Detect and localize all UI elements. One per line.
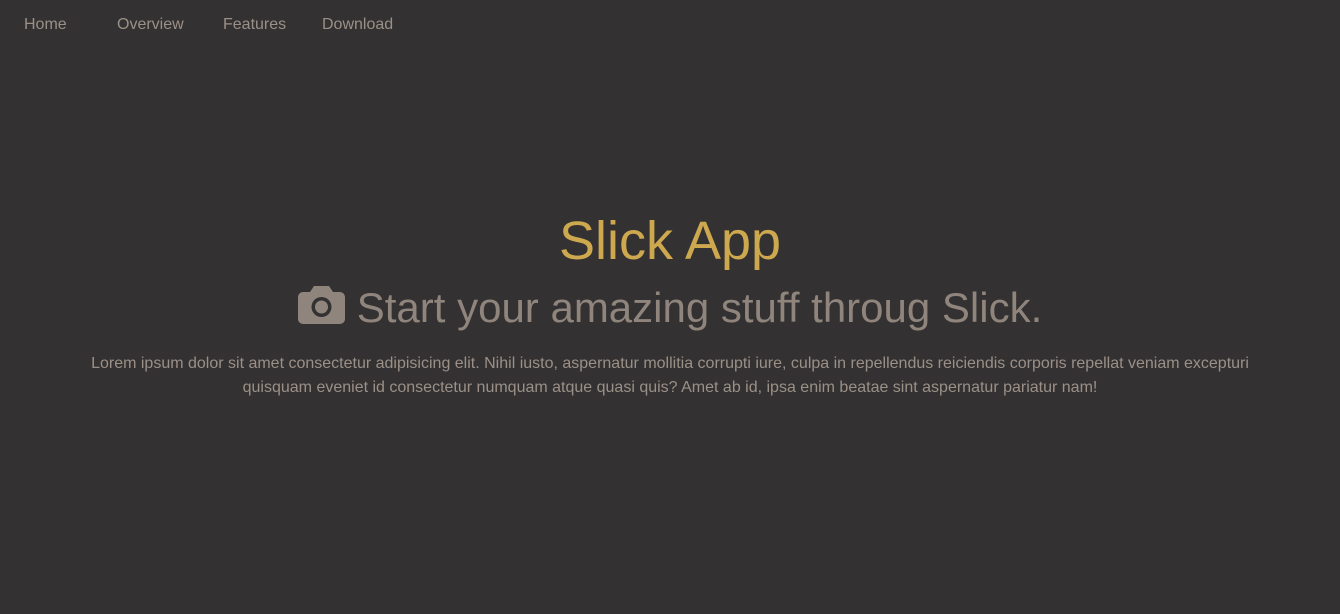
nav-link-overview[interactable]: Overview xyxy=(117,15,184,35)
top-nav: Home Overview Features Download xyxy=(0,0,1340,50)
hero-title: Slick App xyxy=(558,211,782,271)
page: Home Overview Features Download Slick Ap… xyxy=(0,0,1340,614)
hero-description: Lorem ipsum dolor sit amet consectetur a… xyxy=(91,355,1249,396)
nav-link-download[interactable]: Download xyxy=(322,15,393,35)
nav-link-home[interactable]: Home xyxy=(24,15,67,35)
camera-icon xyxy=(297,286,345,324)
nav-link-features[interactable]: Features xyxy=(223,15,286,35)
hero-subtitle: Start your amazing stuff throug Slick. xyxy=(0,278,1340,338)
hero-subtitle-text: Start your amazing stuff throug Slick. xyxy=(356,284,1043,331)
